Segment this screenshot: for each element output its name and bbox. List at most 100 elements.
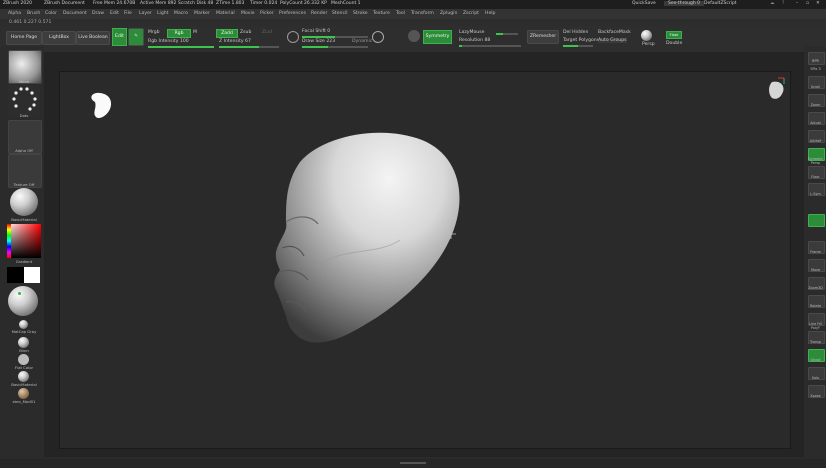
zcut-toggle[interactable]: Zcut [262, 30, 272, 35]
alpha-label: Alpha Off [15, 148, 33, 153]
target-polygons-slider[interactable] [563, 45, 593, 47]
persp-label: Persp [642, 42, 655, 47]
rgb-intensity-fill [148, 46, 214, 48]
navigation-gizmo-icon[interactable] [769, 77, 785, 99]
zsub-toggle[interactable]: Zsub [240, 30, 251, 35]
menu-zplugin[interactable]: Zplugin [440, 11, 457, 16]
hue-strip[interactable] [7, 224, 11, 258]
basic-material-ball[interactable] [18, 371, 29, 382]
symmetry-button[interactable]: Symmetry [423, 30, 452, 44]
menu-transform[interactable]: Transform [411, 11, 434, 16]
rgb-toggle[interactable]: Rgb [167, 29, 191, 38]
dots-stroke-icon [12, 87, 37, 111]
mrgb-toggle[interactable]: Mrgb [148, 30, 160, 35]
zoom-label: Zoom [810, 103, 821, 107]
menu-stroke[interactable]: Stroke [353, 11, 368, 16]
close-icon[interactable]: ✕ [816, 1, 820, 6]
menu-tool[interactable]: Tool [396, 11, 405, 16]
target-polygons-label: Target Polygons [563, 38, 600, 43]
m-toggle[interactable]: M [193, 30, 197, 35]
menu-picker[interactable]: Picker [260, 11, 274, 16]
bpr-label: BPR [812, 59, 819, 63]
seethrough-slider[interactable]: See-through 0 [664, 1, 704, 6]
menu-texture[interactable]: Texture [373, 11, 390, 16]
menu-preferences[interactable]: Preferences [279, 11, 306, 16]
menu-document[interactable]: Document [63, 11, 87, 16]
matcap-thumbnail[interactable] [8, 286, 38, 316]
mat-label-basic: BasicMaterial [11, 382, 37, 387]
bottom-tray-handle[interactable] [400, 462, 426, 464]
dynamic-toggle[interactable]: Dynamic [352, 39, 372, 44]
symmetry-icon[interactable] [408, 30, 420, 42]
timer: Timer 0.024 [250, 1, 278, 6]
focal-icon[interactable] [287, 31, 299, 43]
menu-zscript[interactable]: Zscript [463, 11, 479, 16]
menu-alpha[interactable]: Alpha [8, 11, 21, 16]
menu-stencil[interactable]: Stencil [332, 11, 348, 16]
quicksave-button[interactable]: QuickSave [632, 1, 656, 6]
material-thumbnail[interactable] [10, 188, 38, 216]
polycount: PolyCount 26.332 KP [280, 1, 327, 6]
left-shelf: Move Dots Alpha Off Texture Off BasicMat… [0, 46, 44, 468]
z-intensity-slider[interactable] [219, 46, 279, 48]
persp-shelf-label: Dynamic Persp [808, 157, 823, 165]
app-title: ZBrush 2020 [3, 1, 32, 6]
spix-label[interactable]: SPix 3 [805, 67, 826, 71]
menu-color[interactable]: Color [45, 11, 57, 16]
draw-button[interactable]: ✎ [128, 28, 144, 46]
flat-color-material-ball[interactable] [18, 354, 29, 365]
menu-layer[interactable]: Layer [139, 11, 152, 16]
floor-label: Floor [811, 175, 820, 179]
menu-light[interactable]: Light [157, 11, 168, 16]
restore-icon[interactable]: ▫ [806, 1, 809, 6]
primary-color-swatch[interactable] [7, 267, 24, 283]
menu-macro[interactable]: Macro [174, 11, 188, 16]
lightbox-button[interactable]: LightBox [42, 31, 76, 45]
xyz-button[interactable] [808, 214, 825, 227]
zremesher-button[interactable]: ZRemesher [527, 30, 559, 44]
edit-button[interactable]: Edit [112, 28, 127, 46]
color-picker-square[interactable] [7, 224, 41, 258]
cloud-icon[interactable]: ☁ [770, 1, 775, 6]
zadd-toggle[interactable]: Zadd [216, 29, 238, 38]
script-label[interactable]: DefaultZScript [704, 1, 737, 6]
edit-label: Edit [115, 34, 124, 39]
secondary-color-swatch[interactable] [24, 267, 40, 283]
help-icon[interactable]: ? [782, 1, 784, 6]
persp-icon[interactable] [641, 30, 652, 41]
focal-shift-slider[interactable] [302, 36, 368, 38]
menu-material[interactable]: Material [216, 11, 235, 16]
scroll-label: Scroll [810, 85, 821, 89]
active-mem: Active Mem 892 [140, 1, 177, 6]
live-boolean-button[interactable]: Live Boolean [76, 31, 110, 45]
material-ball-small[interactable] [19, 320, 28, 329]
double-button[interactable]: Double [666, 41, 682, 46]
menu-brush[interactable]: Brush [27, 11, 40, 16]
menu-file[interactable]: File [124, 11, 132, 16]
backface-mask-button[interactable]: BackfaceMask [598, 30, 631, 35]
z-intensity-label: Z Intensity 67 [219, 39, 251, 44]
menu-help[interactable]: Help [485, 11, 495, 16]
del-hidden-button[interactable]: Del Hidden [563, 30, 588, 35]
lazy-step-slider[interactable] [496, 33, 518, 35]
minimize-icon[interactable]: – [796, 1, 798, 6]
lsym-label: L.Sym [810, 192, 821, 196]
home-page-button[interactable]: Home Page [6, 31, 42, 45]
draw-size-slider[interactable] [302, 46, 368, 48]
menu-draw[interactable]: Draw [92, 11, 104, 16]
menu-marker[interactable]: Marker [194, 11, 210, 16]
meshcount: MeshCount 1 [331, 1, 361, 6]
rgb-intensity-slider[interactable] [148, 46, 214, 48]
menu-edit[interactable]: Edit [110, 11, 119, 16]
menu-render[interactable]: Render [311, 11, 327, 16]
blinn-material-ball[interactable] [18, 337, 29, 348]
transp-label: Transp [809, 340, 822, 344]
brush-cursor-icon[interactable] [372, 31, 384, 43]
document-canvas[interactable] [59, 71, 791, 449]
menu-movie[interactable]: Movie [241, 11, 255, 16]
floor-toggle[interactable]: Floor [666, 31, 682, 39]
resolution-slider[interactable] [459, 45, 521, 47]
lazymouse-toggle[interactable]: LazyMouse [459, 30, 484, 35]
mod-material-ball[interactable] [18, 388, 29, 399]
auto-groups-button[interactable]: Auto Groups [598, 38, 627, 43]
